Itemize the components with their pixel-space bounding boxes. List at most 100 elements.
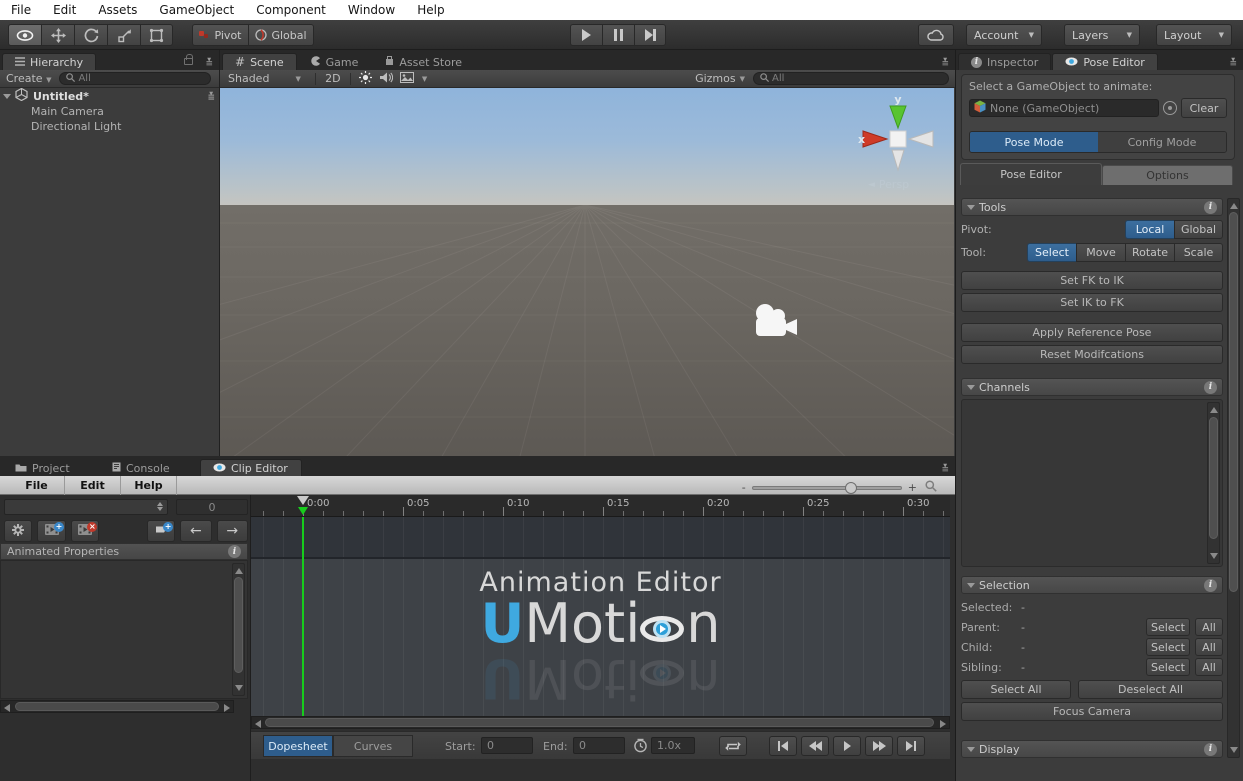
scroll-left-icon[interactable]	[255, 720, 261, 728]
deselect-all-button[interactable]: Deselect All	[1078, 680, 1223, 699]
play-animation-button[interactable]	[833, 736, 861, 756]
gizmos-dropdown[interactable]: Gizmos ▼	[695, 72, 753, 85]
next-frame-button[interactable]	[865, 736, 893, 756]
playhead-line[interactable]	[302, 517, 304, 716]
apply-reference-pose-button[interactable]: Apply Reference Pose	[961, 323, 1223, 342]
menu-gameobject[interactable]: GameObject	[148, 0, 245, 20]
lock-icon[interactable]	[184, 58, 193, 65]
camera-gizmo-icon[interactable]	[752, 302, 800, 344]
scroll-right-icon[interactable]	[940, 720, 946, 728]
shaded-dropdown[interactable]: Shaded ▼	[220, 72, 301, 85]
scroll-right-icon[interactable]	[224, 704, 230, 712]
layout-dropdown[interactable]: Layout▼	[1156, 24, 1232, 46]
pivot-toggle-button[interactable]: Pivot	[192, 24, 248, 46]
pause-button[interactable]	[602, 24, 634, 46]
scene-row[interactable]: Untitled* ▼≡	[0, 88, 219, 104]
foldout-triangle-icon[interactable]	[3, 94, 11, 99]
curves-tab[interactable]: Curves	[333, 735, 413, 757]
clip-menu-help[interactable]: Help	[121, 476, 177, 495]
gameobject-field[interactable]: None (GameObject)	[969, 99, 1159, 117]
timeline-track[interactable]	[251, 517, 950, 559]
step-button[interactable]	[634, 24, 666, 46]
previous-frame-button[interactable]	[801, 736, 829, 756]
channels-section-header[interactable]: Channels i	[961, 378, 1223, 396]
pane-menu-icon[interactable]: ▼≡	[1229, 58, 1237, 66]
menu-assets[interactable]: Assets	[87, 0, 148, 20]
selection-section-header[interactable]: Selection i	[961, 576, 1223, 594]
sibling-select-button[interactable]: Select	[1146, 658, 1190, 676]
playhead-marker-icon[interactable]	[298, 507, 308, 515]
pane-menu-icon[interactable]: ▼≡	[941, 464, 949, 472]
zoom-out-label[interactable]: -	[742, 481, 746, 494]
dopesheet-tab[interactable]: Dopesheet	[263, 735, 333, 757]
hierarchy-item-main-camera[interactable]: Main Camera	[0, 104, 219, 119]
play-button[interactable]	[570, 24, 602, 46]
scrollbar-thumb[interactable]	[15, 702, 219, 711]
tab-project[interactable]: Project	[2, 459, 98, 476]
info-icon[interactable]: i	[228, 545, 241, 558]
clip-menu-edit[interactable]: Edit	[65, 476, 121, 495]
cloud-button[interactable]	[918, 24, 954, 46]
zoom-in-label[interactable]: +	[908, 481, 917, 494]
pivot-local-button[interactable]: Local	[1125, 220, 1174, 239]
clip-menu-file[interactable]: File	[9, 476, 65, 495]
properties-scrollbar[interactable]	[232, 563, 245, 696]
tab-game[interactable]: Game	[298, 53, 372, 70]
info-icon[interactable]: i	[1204, 201, 1217, 214]
pane-menu-icon[interactable]: ▼≡	[205, 58, 213, 66]
account-dropdown[interactable]: Account▼	[966, 24, 1042, 46]
scroll-up-icon[interactable]	[235, 568, 243, 574]
scrollbar-thumb[interactable]	[234, 577, 243, 673]
persp-label[interactable]: ◄ Persp	[868, 178, 909, 191]
tab-pose-editor[interactable]: Pose Editor	[1052, 53, 1158, 70]
2d-toggle[interactable]: 2D	[320, 72, 346, 86]
tool-select-button[interactable]: Select	[1027, 243, 1076, 262]
object-picker-icon[interactable]	[1163, 101, 1177, 115]
clip-select-dropdown[interactable]	[4, 499, 168, 515]
hierarchy-item-directional-light[interactable]: Directional Light	[0, 119, 219, 134]
timeline-hscrollbar[interactable]	[251, 716, 950, 729]
rotate-tool-button[interactable]	[74, 24, 107, 46]
scene-viewport[interactable]: y x ◄ Persp	[220, 88, 954, 456]
config-mode-button[interactable]: Config Mode	[1098, 132, 1226, 152]
hierarchy-search-input[interactable]: All	[59, 72, 211, 85]
start-field[interactable]: 0	[481, 737, 533, 754]
pane-menu-icon[interactable]: ▼≡	[941, 58, 949, 66]
select-all-button[interactable]: Select All	[961, 680, 1071, 699]
tool-move-button[interactable]: Move	[1076, 243, 1125, 262]
channels-scrollbar[interactable]	[1207, 402, 1220, 564]
tab-console[interactable]: Console	[99, 459, 195, 476]
info-icon[interactable]: i	[1204, 743, 1217, 756]
scrollbar-thumb[interactable]	[265, 718, 934, 727]
tab-scene[interactable]: # Scene	[222, 53, 297, 70]
menu-edit[interactable]: Edit	[42, 0, 87, 20]
tab-hierarchy[interactable]: Hierarchy	[2, 53, 96, 70]
next-key-button[interactable]: →	[217, 520, 248, 542]
scale-tool-button[interactable]	[107, 24, 140, 46]
playback-speed-field[interactable]: 1.0x	[651, 737, 695, 754]
last-frame-button[interactable]	[897, 736, 925, 756]
prev-key-button[interactable]: ←	[180, 520, 211, 542]
scene-search-input[interactable]: All	[753, 72, 949, 85]
parent-all-button[interactable]: All	[1195, 618, 1223, 636]
focus-camera-button[interactable]: Focus Camera	[961, 702, 1223, 721]
tools-section-header[interactable]: Tools i	[961, 198, 1223, 216]
pose-mode-button[interactable]: Pose Mode	[970, 132, 1098, 152]
set-ik-to-fk-button[interactable]: Set IK to FK	[961, 293, 1223, 312]
first-frame-button[interactable]	[769, 736, 797, 756]
tool-scale-button[interactable]: Scale	[1174, 243, 1223, 262]
zoom-slider[interactable]	[752, 486, 902, 490]
global-toggle-button[interactable]: Global	[248, 24, 314, 46]
scroll-left-icon[interactable]	[4, 704, 10, 712]
scene-orientation-gizmo[interactable]: y x	[853, 92, 943, 182]
child-all-button[interactable]: All	[1195, 638, 1223, 656]
sibling-all-button[interactable]: All	[1195, 658, 1223, 676]
audio-toggle[interactable]	[376, 72, 397, 86]
tool-rotate-button[interactable]: Rotate	[1125, 243, 1174, 262]
scrollbar-thumb[interactable]	[1229, 212, 1238, 592]
scroll-up-icon[interactable]	[1210, 407, 1218, 413]
layers-dropdown[interactable]: Layers▼	[1064, 24, 1140, 46]
reset-modifications-button[interactable]: Reset Modifcations	[961, 345, 1223, 364]
lighting-toggle[interactable]	[355, 71, 376, 87]
pane-menu-icon[interactable]: ▼≡	[207, 92, 215, 100]
